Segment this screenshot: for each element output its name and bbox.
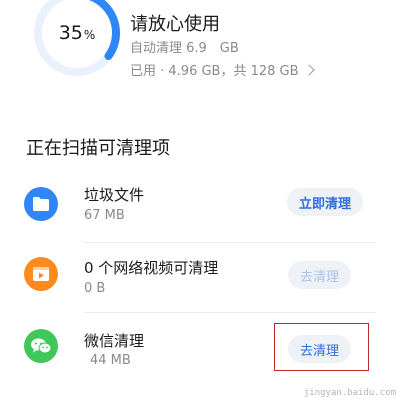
folder-icon [24,187,58,221]
storage-percent: 35% [32,0,122,78]
wechat-icon [24,329,58,363]
storage-used-link[interactable]: 已用 · 4.96 GB，共 128 GB [130,60,315,79]
storage-percent-unit: % [83,28,96,42]
storage-used-text: 已用 · 4.96 GB，共 128 GB [130,64,299,79]
auto-clean-text: 自动清理 6.9 GB [130,41,239,56]
storage-summary: 35% 请放心使用 自动清理 6.9 GB 已用 · 4.96 GB，共 128… [0,0,400,100]
video-play-icon [24,257,58,291]
section-title: 正在扫描可清理项 [26,138,170,159]
divider [84,312,376,313]
highlight-box [274,323,369,371]
item-title: 微信清理 [84,332,145,350]
go-clean-button[interactable]: 去清理 [288,261,352,289]
item-title: 垃圾文件 [84,186,145,204]
item-size: 67 MB [84,208,125,223]
list-item-online-videos[interactable]: 0 个网络视频可清理 0 B 去清理 [0,248,400,313]
item-size: 44 MB [90,353,131,368]
divider [84,242,376,243]
item-title: 0 个网络视频可清理 [84,259,219,277]
storage-status-title: 请放心使用 [130,14,220,35]
list-item-junk-files[interactable]: 垃圾文件 67 MB 立即清理 [0,178,400,243]
watermark: jingyan.baidu.com [303,388,396,398]
item-size: 0 B [84,281,106,296]
chevron-right-icon [302,63,315,76]
storage-percent-value: 35 [58,22,83,44]
storage-ring: 35% [32,0,122,78]
clean-now-button[interactable]: 立即清理 [287,188,364,216]
